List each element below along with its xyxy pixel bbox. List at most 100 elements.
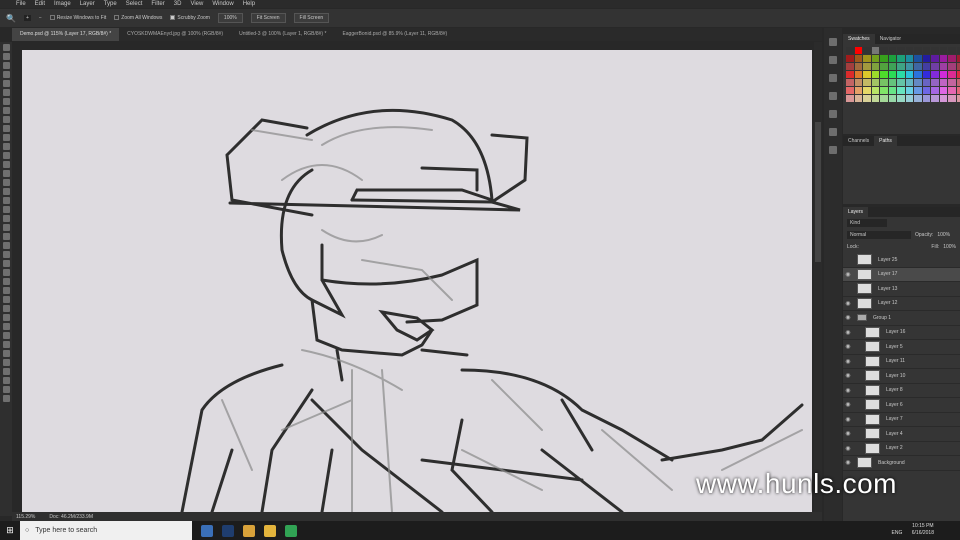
swatch[interactable] (956, 79, 960, 86)
properties-icon[interactable] (829, 146, 837, 154)
layer-row[interactable]: ◉ Layer 7 (843, 413, 960, 427)
swatch[interactable] (939, 87, 947, 94)
swatch[interactable] (863, 55, 871, 62)
scrollbar-thumb[interactable] (815, 122, 821, 262)
swatch[interactable] (905, 79, 913, 86)
tool-icon[interactable] (2, 116, 10, 123)
tool-icon[interactable] (2, 179, 10, 186)
visibility-eye-icon[interactable]: ◉ (843, 343, 853, 350)
swatch[interactable] (854, 71, 862, 78)
tool-icon[interactable] (2, 89, 10, 96)
tool-icon[interactable] (2, 188, 10, 195)
swatch[interactable] (863, 47, 871, 54)
visibility-eye-icon[interactable]: ◉ (843, 430, 853, 437)
swatch[interactable] (948, 95, 956, 102)
swatch[interactable] (888, 87, 896, 94)
layer-row[interactable]: ◉ Group 1 (843, 311, 960, 326)
swatch[interactable] (914, 55, 922, 62)
swatch[interactable] (888, 55, 896, 62)
layer-row[interactable]: ◉ Layer 2 (843, 442, 960, 456)
swatch[interactable] (922, 95, 930, 102)
swatch[interactable] (846, 71, 854, 78)
clock-date[interactable]: 6/16/2018 (912, 530, 934, 536)
tab-untitled[interactable]: Untitled-3 @ 100% (Layer 1, RGB/8#) * (231, 28, 334, 41)
document-canvas[interactable] (22, 50, 812, 512)
swatch[interactable] (939, 95, 947, 102)
swatch[interactable] (922, 79, 930, 86)
tool-icon[interactable] (2, 296, 10, 303)
adjustments-icon[interactable] (829, 110, 837, 118)
swatch[interactable] (880, 95, 888, 102)
swatch[interactable] (880, 79, 888, 86)
visibility-eye-icon[interactable]: ◉ (843, 300, 853, 307)
swatch[interactable] (931, 71, 939, 78)
swatch[interactable] (956, 95, 960, 102)
swatch[interactable] (880, 87, 888, 94)
swatch[interactable] (922, 87, 930, 94)
layer-row[interactable]: Layer 13 (843, 282, 960, 297)
tab-paths[interactable]: Paths (874, 136, 897, 146)
tool-icon[interactable] (2, 107, 10, 114)
swatch[interactable] (871, 55, 879, 62)
swatch[interactable] (931, 87, 939, 94)
swatch[interactable] (914, 95, 922, 102)
swatch[interactable] (948, 55, 956, 62)
tool-icon[interactable] (2, 98, 10, 105)
swatch[interactable] (871, 87, 879, 94)
layer-row[interactable]: ◉ Layer 4 (843, 427, 960, 442)
swatch[interactable] (888, 71, 896, 78)
paragraph-icon[interactable] (829, 92, 837, 100)
swatch[interactable] (939, 55, 947, 62)
filter-kind-select[interactable]: Kind (847, 219, 887, 227)
styles-icon[interactable] (829, 128, 837, 136)
opacity-input[interactable]: 100% (937, 232, 950, 238)
menu-edit[interactable]: Edit (35, 1, 45, 7)
visibility-eye-icon[interactable]: ◉ (843, 329, 853, 336)
tool-icon[interactable] (2, 44, 10, 51)
swatch[interactable] (931, 47, 939, 54)
swatch[interactable] (854, 87, 862, 94)
tool-icon[interactable] (2, 287, 10, 294)
zoom-in-icon[interactable]: + (23, 15, 31, 21)
tool-icon[interactable] (2, 332, 10, 339)
swatch[interactable] (905, 47, 913, 54)
swatch[interactable] (956, 63, 960, 70)
windows-start-icon[interactable]: ⊞ (0, 525, 20, 536)
zoom-tool-icon[interactable]: 🔍 (6, 14, 16, 23)
blend-mode-select[interactable]: Normal (847, 231, 911, 239)
tool-icon[interactable] (2, 314, 10, 321)
swatch[interactable] (888, 79, 896, 86)
swatch[interactable] (939, 79, 947, 86)
menu-help[interactable]: Help (243, 1, 255, 7)
swatch[interactable] (948, 63, 956, 70)
menu-type[interactable]: Type (104, 1, 117, 7)
swatch[interactable] (931, 95, 939, 102)
swatch[interactable] (888, 63, 896, 70)
tab-eagger[interactable]: EaggerBonid.psd @ 85.9% (Layer 11, RGB/8… (334, 28, 455, 41)
layer-row[interactable]: ◉ Layer 16 (843, 326, 960, 340)
swatch[interactable] (956, 55, 960, 62)
layer-row[interactable]: ◉ Layer 5 (843, 340, 960, 355)
swatch[interactable] (897, 63, 905, 70)
tool-icon[interactable] (2, 53, 10, 60)
swatch[interactable] (846, 55, 854, 62)
layer-row[interactable]: Layer 25 (843, 253, 960, 268)
swatch[interactable] (854, 55, 862, 62)
swatch[interactable] (948, 47, 956, 54)
swatch[interactable] (914, 63, 922, 70)
tool-icon[interactable] (2, 143, 10, 150)
swatch[interactable] (888, 95, 896, 102)
swatch[interactable] (846, 63, 854, 70)
visibility-eye-icon[interactable]: ◉ (843, 271, 853, 278)
chrome-icon[interactable] (243, 524, 255, 537)
scrubby-zoom-checkbox[interactable]: Scrubby Zoom (170, 15, 210, 21)
layer-row[interactable]: ◉ Layer 11 (843, 355, 960, 369)
swatch[interactable] (871, 79, 879, 86)
swatch[interactable] (948, 71, 956, 78)
swatch[interactable] (871, 95, 879, 102)
tool-icon[interactable] (2, 386, 10, 393)
swatch[interactable] (956, 47, 960, 54)
swatch[interactable] (846, 87, 854, 94)
tool-icon[interactable] (2, 215, 10, 222)
edge-icon[interactable] (201, 524, 213, 537)
